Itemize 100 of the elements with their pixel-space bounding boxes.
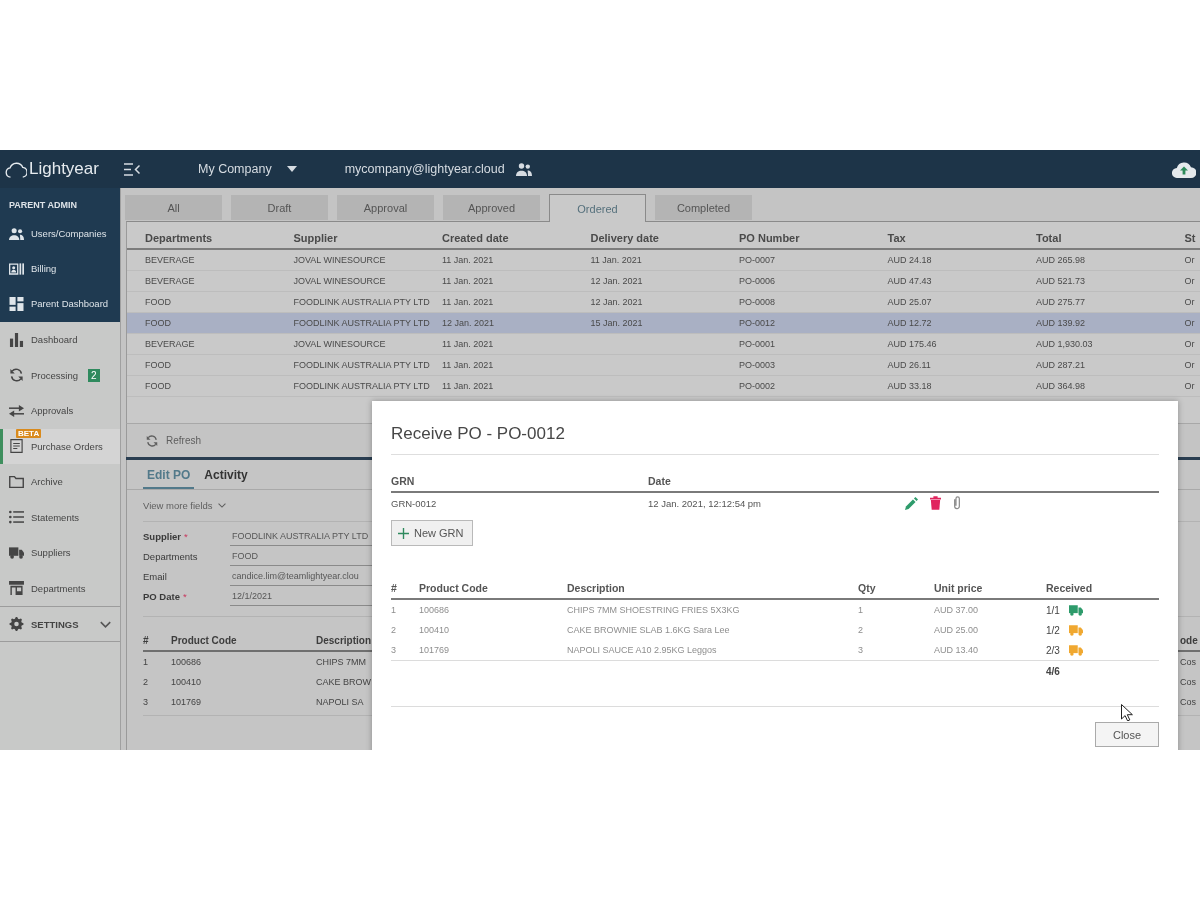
table-cell: AUD 275.77 [1036,297,1086,307]
cloud-upload-icon[interactable] [1172,160,1196,178]
table-cell: 12 Jan. 2021 [442,318,495,328]
column-header: Description [567,581,625,594]
table-cell: FOOD [145,297,171,307]
section-title: PARENT ADMIN [8,199,78,212]
table-cell: PO-0006 [739,276,776,286]
table-cell: Or [1184,360,1195,370]
table-row[interactable]: BEVERAGE JOVAL WINESOURCE 11 Jan. 2021 12 Jan. 2021 PO-0006 AUD 47.43 AUD 521.73 Or [127,271,1200,292]
plus-icon [398,527,409,539]
column-header[interactable]: Created date [442,232,509,244]
table-cell: 1 [858,605,863,615]
status-tab[interactable]: Approved [443,195,540,220]
settings-item[interactable]: SETTINGS [0,606,120,642]
table-cell: AUD 25.07 [887,297,932,307]
table-cell: Cos [1180,657,1196,667]
table-cell: 2 [143,677,148,687]
column-header[interactable]: Supplier [293,232,338,244]
new-grn-button[interactable]: New GRN [391,520,473,546]
table-cell: 11 Jan. 2021 [442,276,494,286]
column-header[interactable]: Tax [887,232,906,244]
menu-icon[interactable] [124,162,140,176]
id-card-icon [9,261,24,276]
table-cell: 100410 [171,677,202,687]
close-button[interactable]: Close [1095,722,1159,747]
table-cell: Or [1184,339,1195,349]
table-cell: 11 Jan. 2021 [590,255,642,265]
document-icon [9,439,24,454]
table-cell: CHIPS 7MM [316,657,366,667]
table-cell: Cos [1180,677,1196,687]
table-cell: AUD 13.40 [934,645,979,655]
sidebar-item[interactable]: Archive [0,464,120,500]
sidebar-item[interactable]: Billing [0,251,120,286]
status-tab[interactable]: Completed [655,195,752,220]
table-cell: FOOD [145,360,171,370]
sidebar-item[interactable]: Statements [0,499,120,535]
view-more-link[interactable]: View more fields [143,500,226,511]
sidebar-item[interactable]: Users/Companies [0,216,120,251]
list-icon [9,510,24,525]
sidebar-item[interactable]: Approvals [0,393,120,429]
truck-icon [9,545,24,560]
table-cell: 11 Jan. 2021 [442,255,494,265]
table-cell: FOODLINK AUSTRALIA PTY LTD [293,360,430,370]
company-name[interactable]: My Company [198,162,272,176]
table-row[interactable]: FOOD FOODLINK AUSTRALIA PTY LTD 11 Jan. 2021 PO-0002 AUD 33.18 AUD 364.98 Or [127,376,1200,397]
table-cell: CAKE BROWNIE SLAB 1.6KG Sara Lee [567,625,730,635]
column-header[interactable]: St [1184,232,1196,244]
table-cell: 11 Jan. 2021 [442,360,494,370]
table-cell: Or [1184,255,1195,265]
table-cell: PO-0002 [739,381,776,391]
sidebar-item[interactable]: Departments [0,570,120,606]
sidebar-item[interactable]: Processing 2 [0,357,120,393]
table-cell: 3 [391,645,396,655]
users-icon[interactable] [515,162,532,176]
status-tab[interactable]: Draft [231,195,328,220]
brand-name: Lightyear [29,159,99,179]
caret-icon[interactable] [286,166,297,172]
sidebar-item[interactable]: Suppliers [0,535,120,571]
paperclip-icon[interactable] [953,496,961,510]
table-cell: 100410 [419,625,450,635]
table-cell: 12 Jan. 2021 [590,297,643,307]
table-cell: Or [1184,276,1195,286]
table-cell: Or [1184,381,1195,391]
received-count: 1/1 [1046,604,1060,616]
status-tab[interactable]: Ordered [549,194,646,222]
field-label: Email [143,570,168,582]
table-cell: NAPOLI SAUCE A10 2.95KG Leggos [567,645,717,655]
table-cell: 2 [858,625,863,635]
column-header: Date [648,474,671,487]
table-row[interactable]: FOOD FOODLINK AUSTRALIA PTY LTD 12 Jan. 2021 15 Jan. 2021 PO-0012 AUD 12.72 AUD 139.92 Or [127,313,1200,334]
sidebar-item[interactable]: Parent Dashboard [0,286,120,321]
table-cell: AUD 25.00 [934,625,979,635]
column-header: Product Code [419,581,488,594]
trash-icon[interactable] [930,496,941,510]
table-cell: AUD 24.18 [887,255,932,265]
column-header[interactable]: Departments [145,232,213,244]
table-cell: GRN-0012 [391,497,437,509]
status-tab[interactable]: Approval [337,195,434,220]
dialog-title: Receive PO - PO-0012 [391,401,1159,455]
table-cell: 11 Jan. 2021 [442,297,494,307]
table-cell: PO-0003 [739,360,776,370]
count-badge: 2 [88,368,100,382]
status-tab[interactable]: All [125,195,222,220]
table-row[interactable]: FOOD FOODLINK AUSTRALIA PTY LTD 11 Jan. 2021 PO-0003 AUD 26.11 AUD 287.21 Or [127,355,1200,376]
store-icon [9,581,24,596]
table-cell: 12 Jan. 2021, 12:12:54 pm [648,497,762,509]
label-tag: BETA [16,428,42,438]
pencil-icon[interactable] [905,496,918,510]
column-header[interactable]: PO Number [739,232,800,244]
table-row[interactable]: BEVERAGE JOVAL WINESOURCE 11 Jan. 2021 11 Jan. 2021 PO-0007 AUD 24.18 AUD 265.98 Or [127,250,1200,271]
column-header[interactable]: Delivery date [590,232,659,244]
sidebar-item[interactable]: Dashboard [0,322,120,358]
panel-tab[interactable]: Activity [200,460,252,489]
table-cell: CAKE BROW [316,677,371,687]
column-header[interactable]: Total [1036,232,1062,244]
table-cell: FOODLINK AUSTRALIA PTY LTD [293,297,430,307]
grid-icon [9,296,24,311]
field-label: PO Date * [143,590,188,602]
table-row[interactable]: BEVERAGE JOVAL WINESOURCE 11 Jan. 2021 PO-0001 AUD 175.46 AUD 1,930.03 Or [127,334,1200,355]
refresh-icon [146,434,158,447]
